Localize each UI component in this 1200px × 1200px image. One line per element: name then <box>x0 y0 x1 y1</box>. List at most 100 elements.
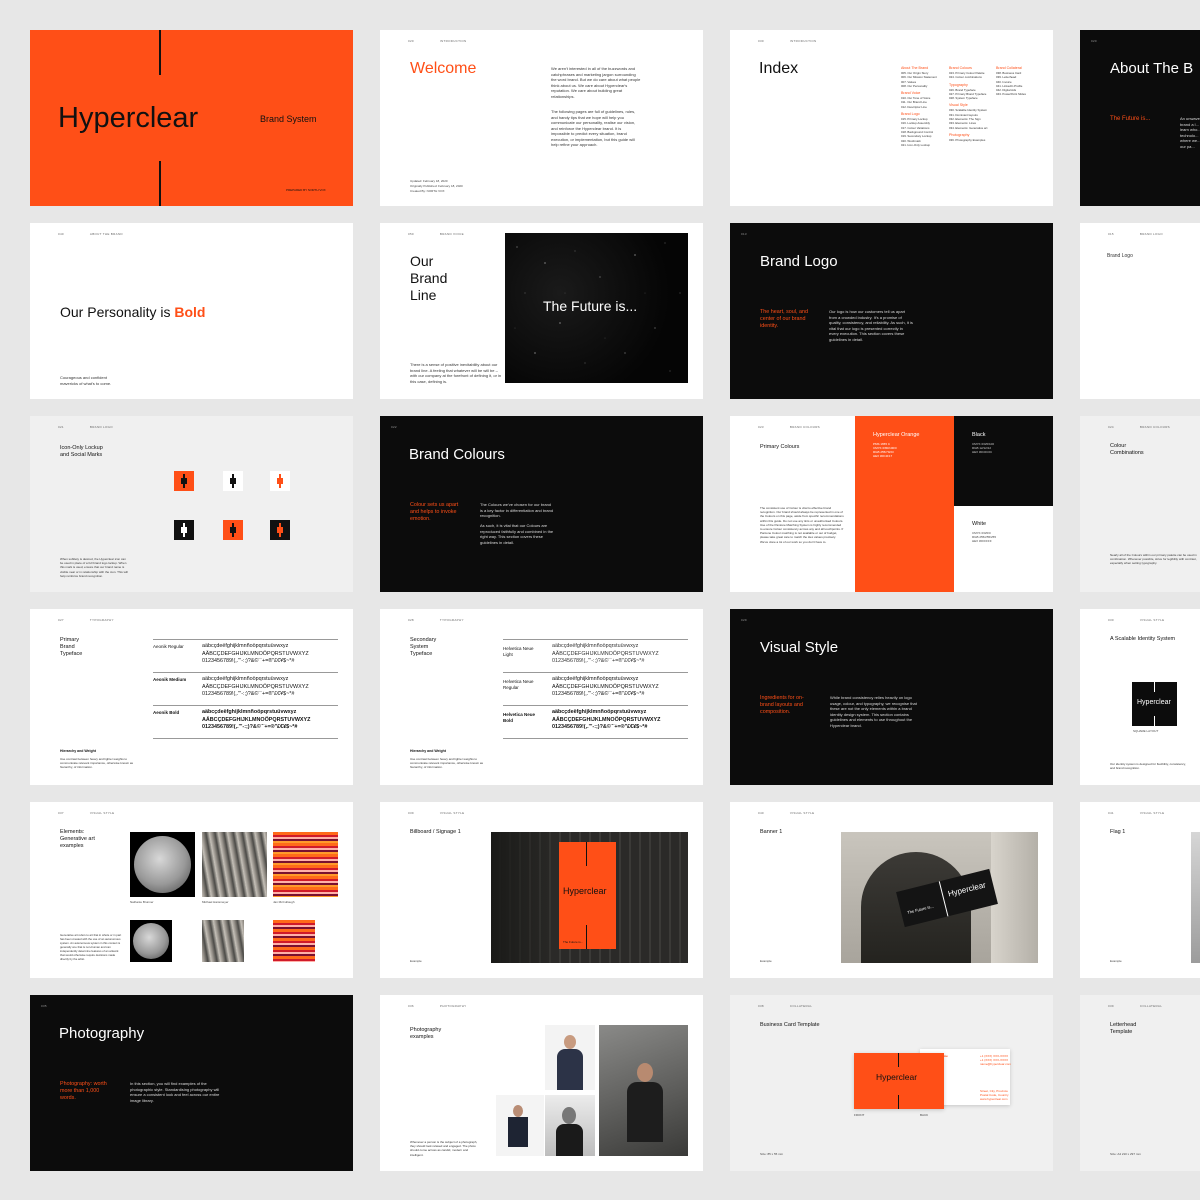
portrait-head <box>637 1063 653 1082</box>
meta-line: Created By: NORTH VOX <box>410 189 445 193</box>
hierarchy-body: Use contrast between heavy and lighter w… <box>410 757 484 770</box>
slide-secondary-typeface[interactable]: 028 TYPOGRAPHY Secondary System Typeface … <box>380 609 703 785</box>
glyph-set-bold: aäbcçdeëfghijklmnñoöpqrstuüvwxyz AÄBCÇDEF… <box>202 709 311 730</box>
portrait-head <box>513 1105 523 1117</box>
slide-banner[interactable]: 040 VISUAL STYLE Banner 1 The Future is..… <box>730 802 1053 978</box>
slide-header: 036 PHOTOGRAPHY <box>408 1004 467 1008</box>
swatch-name: Hyperclear Orange <box>873 432 920 438</box>
icon-mark-orange <box>174 471 194 491</box>
logo-top-line <box>159 30 161 75</box>
card-size: Size: 85 x 55 mm <box>760 1152 784 1156</box>
accent-line: The heart, soul, and center of our brand… <box>760 309 808 329</box>
slide-brand-colours-section[interactable]: 022 Brand Colours Colour sets us apart a… <box>380 416 703 592</box>
flag-photo <box>1191 832 1200 963</box>
slide-title: Brand Logo <box>760 253 838 270</box>
logo-line-bottom <box>1154 716 1155 726</box>
portrait-body <box>556 1124 583 1156</box>
accent-line: Colour sets us apart and helps to invoke… <box>410 502 459 522</box>
icon-mark-black <box>174 520 194 540</box>
slide-icon-lockup[interactable]: 021 BRAND LOGO Icon-Only Lockup and Socia… <box>30 416 353 592</box>
generative-sphere-image <box>130 832 195 897</box>
swatch-name: Black <box>972 432 986 438</box>
slide-primary-typeface[interactable]: 027 TYPOGRAPHY Primary Brand Typeface Aeo… <box>30 609 353 785</box>
slide-title: Letterhead Template <box>1110 1022 1137 1035</box>
meta-line: Originally Published: February 18, 2020 <box>410 184 463 188</box>
accent-line: The Future is... <box>1110 116 1151 122</box>
image-overlay-text: The Future is... <box>543 298 638 314</box>
slide-title: Visual Style <box>760 639 839 656</box>
slide-scalable-identity[interactable]: 030 VISUAL STYLE A Scalable Identity Syst… <box>1080 609 1200 785</box>
slide-index[interactable]: 030 INTRODUCTION Index About The Brand 005… <box>730 30 1053 206</box>
card-address: www.hyperclear.com <box>980 1097 1008 1101</box>
generative-column-image <box>202 832 267 897</box>
slide-title: Photography examples <box>410 1027 442 1040</box>
card-line-top <box>898 1053 899 1067</box>
logo-bottom-line <box>159 161 161 206</box>
slide-brand-logo[interactable]: 015 BRAND LOGO Brand Logo <box>1080 223 1200 399</box>
swatch-value: HEX #0C0C0C <box>972 450 993 454</box>
index-entry: 043. PowerPoint Slides <box>996 92 1026 97</box>
swatch-value: HEX #FF4F17 <box>873 454 893 458</box>
brand-line-body: There is a sense of positive inevitabili… <box>410 362 502 384</box>
banner-tagline: The Future is... <box>906 903 935 915</box>
slide-business-card[interactable]: 038COLLATERAL Business Card Template Nam… <box>730 995 1053 1171</box>
banner-divider <box>938 881 949 917</box>
slide-about-the-brand[interactable]: 020 About The B The Future is... An unwa… <box>1080 30 1200 206</box>
generative-stripes-image <box>273 832 338 897</box>
caption: Example <box>410 959 422 963</box>
divider <box>153 672 338 673</box>
square-logo-layout: Hyperclear <box>1132 682 1177 726</box>
slide-header: 030 INTRODUCTION <box>758 39 817 43</box>
slide-brand-logo-section[interactable]: 013 Brand Logo The heart, soul, and cent… <box>730 223 1053 399</box>
slide-primary-colours[interactable]: 023 BRAND COLOURS Primary Colours The con… <box>730 416 1053 592</box>
section-body-1: The Colours we've chosen for our brand i… <box>480 502 554 518</box>
accent-line: Photography: worth more than 1,000 words… <box>60 1081 107 1101</box>
slide-photography-section[interactable]: 035 Photography Photography: worth more … <box>30 995 353 1171</box>
glyph-set-light: aäbcçdeëfghijklmnñoöpqrstuüvwxyz AÄBCÇDEF… <box>552 643 659 664</box>
slide-cover[interactable]: Hyperclear Brand System PREPARED BY NORT… <box>30 30 353 206</box>
slide-visual-style-section[interactable]: 029 Visual Style Ingredients for on-bran… <box>730 609 1053 785</box>
portrait-head <box>562 1107 576 1124</box>
slide-photography-examples[interactable]: 036 PHOTOGRAPHY Photography examples When… <box>380 995 703 1171</box>
slide-generative-art[interactable]: 037 VISUAL STYLE Elements: Generative art… <box>30 802 353 978</box>
photography-body: Whenever a person is the subject of a ph… <box>410 1140 478 1157</box>
slide-colour-combinations[interactable]: 024 BRAND COLOURS Colour Combinations Nea… <box>1080 416 1200 592</box>
portrait-woman-photo <box>545 1025 595 1090</box>
glyph-set-medium: aäbcçdeëfghijklmnñoöpqrstuüvwxyz AÄBCÇDEF… <box>202 676 309 697</box>
card-wordmark: Hyperclear <box>876 1072 918 1082</box>
icon-mark-orange-framed <box>223 520 243 540</box>
slide-header: 023 BRAND COLOURS <box>758 425 820 429</box>
generative-body: Generative art refers to art that in who… <box>60 933 122 961</box>
slide-title: Business Card Template <box>760 1022 820 1028</box>
sign-wordmark: Hyperclear <box>563 886 607 896</box>
portrait-head <box>564 1035 576 1049</box>
swatch-black: Black CMYK 0/0/0/100 RGB 12/12/12 HEX #0… <box>954 416 1053 506</box>
meta-line: Updated: February 18, 2020 <box>410 179 448 183</box>
divider <box>503 639 688 640</box>
slide-personality[interactable]: 040 ABOUT THE BRAND Our Personality is Bo… <box>30 223 353 399</box>
font-name: Helvetica Neue Bold <box>503 712 536 723</box>
slide-header: 021 BRAND LOGO <box>58 425 113 429</box>
hierarchy-title: Hierarchy and Weight <box>410 749 446 753</box>
section-body: Our logo is how our customers tell us ap… <box>829 309 913 342</box>
slide-title: A Scalable Identity System <box>1110 636 1176 642</box>
font-name: Helvetica Neue Light <box>503 646 534 657</box>
slide-letterhead[interactable]: 039 COLLATERAL Letterhead Template Size: … <box>1080 995 1200 1171</box>
slide-brand-line[interactable]: 050 BRAND VOICE Our Brand Line There is a… <box>380 223 703 399</box>
title-text: Our Personality is <box>60 304 175 320</box>
artist-credit: Jan McCullough <box>273 900 295 904</box>
column <box>991 832 1038 963</box>
hierarchy-body: Use contrast between heavy and lighter w… <box>60 757 134 770</box>
glyph-set-bold: aäbcçdeëfghijklmnñoöpqrstuüvwxyz AÄBCÇDEF… <box>552 709 661 730</box>
slide-flag[interactable]: 041 VISUAL STYLE Flag 1 Example <box>1080 802 1200 978</box>
swatch-orange: Hyperclear Orange PMS 1655 C CMYK 0/80/1… <box>855 416 954 592</box>
slide-title: Banner 1 <box>760 829 783 835</box>
slide-welcome[interactable]: 020 INTRODUCTION Welcome We aren't intere… <box>380 30 703 206</box>
billboard-photo: Hyperclear The Future is... <box>491 832 688 963</box>
slide-header: 040 VISUAL STYLE <box>758 811 815 815</box>
slide-title: Our Personality is Bold <box>60 304 205 320</box>
card-front: Hyperclear <box>854 1053 944 1109</box>
slide-title: Primary Brand Typeface <box>60 637 83 657</box>
slide-billboard[interactable]: 039 VISUAL STYLE Billboard / Signage 1 Hy… <box>380 802 703 978</box>
caption: Example <box>1110 959 1122 963</box>
